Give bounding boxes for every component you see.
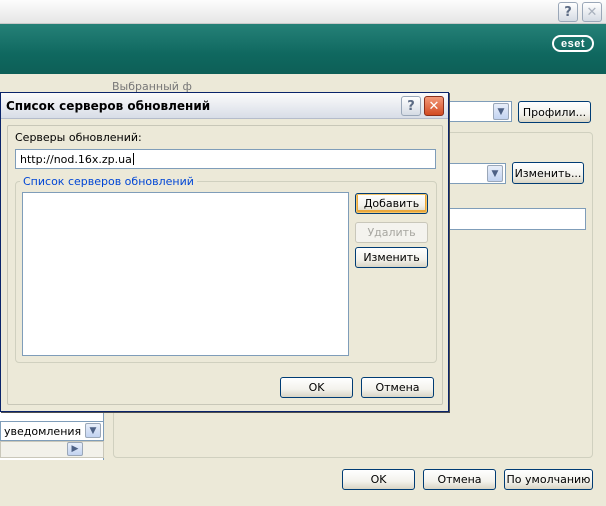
eset-logo: eset xyxy=(552,35,594,52)
change-server-button[interactable]: Изменить... xyxy=(512,162,584,184)
text-field[interactable] xyxy=(440,208,586,230)
help-icon: ? xyxy=(407,98,415,114)
close-icon: ✕ xyxy=(428,98,440,114)
main-ok-button[interactable]: OK xyxy=(342,469,415,490)
brand-banner-gloss xyxy=(0,24,606,74)
delete-server-button[interactable]: Удалить xyxy=(355,222,428,243)
close-icon: ✕ xyxy=(586,4,598,20)
chevron-down-icon[interactable]: ▼ xyxy=(85,423,101,438)
main-defaults-button[interactable]: По умолчанию xyxy=(504,469,593,490)
main-titlebar xyxy=(0,0,606,24)
server-url-input[interactable]: http://nod.16x.zp.ua xyxy=(15,149,436,169)
chevron-down-icon[interactable]: ▼ xyxy=(493,103,509,120)
add-server-button[interactable]: Добавить xyxy=(355,193,428,214)
update-servers-dialog: Список серверов обновлений ? ✕ Серверы о… xyxy=(0,92,449,412)
main-cancel-button[interactable]: Отмена xyxy=(423,469,496,490)
text-caret xyxy=(132,153,134,165)
dialog-title: Список серверов обновлений xyxy=(6,99,211,113)
servers-listbox[interactable] xyxy=(22,192,349,356)
dialog-help-button[interactable]: ? xyxy=(401,96,421,116)
main-close-button[interactable]: ✕ xyxy=(582,2,602,22)
servers-list-group-title: Список серверов обновлений xyxy=(20,175,197,188)
dialog-cancel-button[interactable]: Отмена xyxy=(361,377,434,398)
chevron-right-icon[interactable]: ▶ xyxy=(67,442,83,456)
main-help-button[interactable]: ? xyxy=(558,2,578,22)
server-url-value: http://nod.16x.zp.ua xyxy=(20,152,132,166)
servers-label: Серверы обновлений: xyxy=(15,131,142,144)
help-icon: ? xyxy=(564,4,572,20)
notifications-value: уведомления xyxy=(4,424,82,438)
dialog-ok-button[interactable]: OK xyxy=(280,377,353,398)
edit-server-button[interactable]: Изменить xyxy=(355,247,428,268)
profiles-button[interactable]: Профили... xyxy=(518,101,591,123)
horizontal-scrollbar[interactable] xyxy=(0,441,104,458)
chevron-down-icon[interactable]: ▼ xyxy=(487,165,503,182)
dialog-close-button[interactable]: ✕ xyxy=(424,96,444,116)
